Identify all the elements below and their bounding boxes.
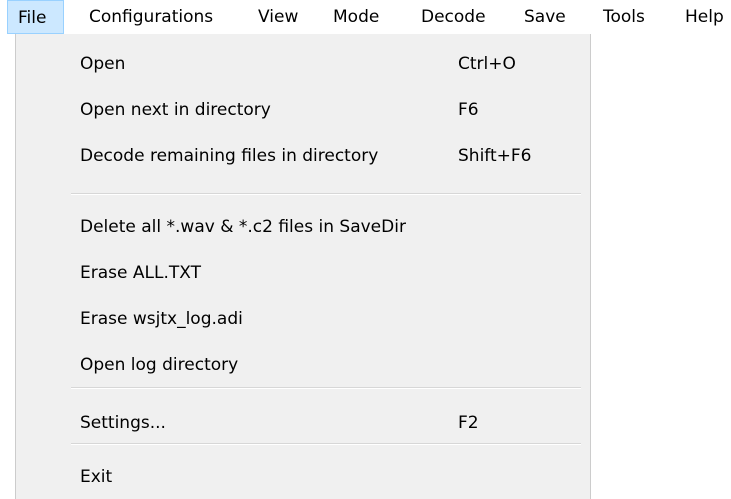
menu-mode[interactable]: Mode [333, 0, 379, 34]
menu-item-open-log-directory[interactable]: Open log directory [16, 345, 590, 385]
file-menu-dropdown: Open Ctrl+O Open next in directory F6 De… [15, 34, 591, 499]
menu-item-label: Settings... [80, 413, 166, 433]
menu-help[interactable]: Help [685, 0, 724, 34]
menu-save-label: Save [524, 7, 566, 27]
menu-item-delete-wav-c2-files[interactable]: Delete all *.wav & *.c2 files in SaveDir [16, 207, 590, 247]
menu-file-label: File [18, 8, 47, 28]
menu-file[interactable]: File [7, 0, 64, 34]
menu-item-open-next-in-directory[interactable]: Open next in directory F6 [16, 90, 590, 130]
menu-help-label: Help [685, 7, 724, 27]
menu-configurations-label: Configurations [89, 7, 214, 27]
menu-bar: File Configurations View Mode Decode Sav… [0, 0, 731, 34]
menu-separator [71, 387, 581, 389]
menu-item-shortcut: Ctrl+O [458, 54, 516, 74]
menu-item-label: Exit [80, 467, 113, 487]
menu-item-shortcut: F6 [458, 100, 479, 120]
menu-item-label: Decode remaining files in directory [80, 146, 379, 166]
menu-separator [71, 193, 581, 195]
menu-item-label: Erase wsjtx_log.adi [80, 309, 243, 329]
menu-view-label: View [258, 7, 299, 27]
menu-separator [71, 443, 581, 445]
menu-decode[interactable]: Decode [421, 0, 486, 34]
menu-tools-label: Tools [603, 7, 645, 27]
menu-item-settings[interactable]: Settings... F2 [16, 403, 590, 443]
menu-item-erase-wsjtx-log[interactable]: Erase wsjtx_log.adi [16, 299, 590, 339]
menu-decode-label: Decode [421, 7, 486, 27]
menu-item-label: Open [80, 54, 126, 74]
menu-view[interactable]: View [258, 0, 298, 34]
menu-item-erase-all-txt[interactable]: Erase ALL.TXT [16, 253, 590, 293]
menu-item-shortcut: F2 [458, 413, 479, 433]
menu-item-label: Erase ALL.TXT [80, 263, 201, 283]
menu-mode-label: Mode [333, 7, 380, 27]
menu-configurations[interactable]: Configurations [89, 0, 213, 34]
menu-item-label: Open next in directory [80, 100, 271, 120]
menu-item-label: Delete all *.wav & *.c2 files in SaveDir [80, 217, 406, 237]
menu-save[interactable]: Save [524, 0, 566, 34]
menu-item-exit[interactable]: Exit [16, 457, 590, 497]
menu-item-label: Open log directory [80, 355, 239, 375]
menu-tools[interactable]: Tools [603, 0, 645, 34]
menu-item-decode-remaining-files[interactable]: Decode remaining files in directory Shif… [16, 136, 590, 176]
menu-item-shortcut: Shift+F6 [458, 146, 532, 166]
menu-item-open[interactable]: Open Ctrl+O [16, 44, 590, 84]
